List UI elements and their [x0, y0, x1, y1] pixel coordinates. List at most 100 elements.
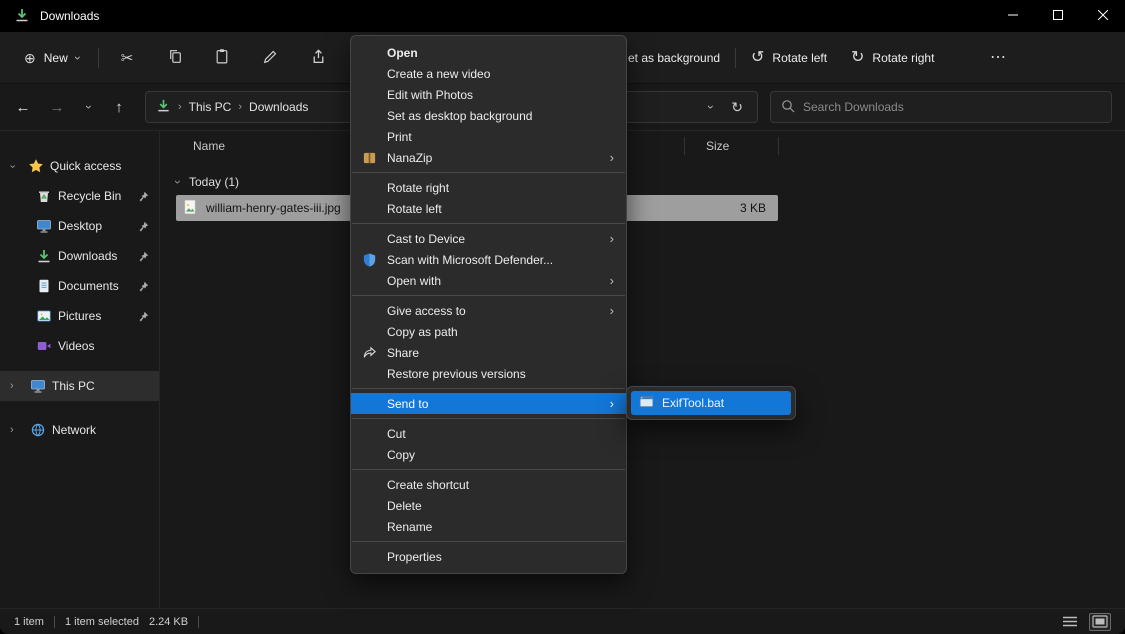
image-file-icon [182, 199, 198, 218]
refresh-icon[interactable]: ↻ [731, 100, 743, 114]
sidebar-item-downloads[interactable]: Downloads [0, 241, 159, 271]
new-button[interactable]: ⊕ New › [12, 42, 92, 74]
column-header-size[interactable]: Size [706, 139, 729, 153]
menu-item-label: Restore previous versions [387, 367, 526, 381]
up-button[interactable]: ↑ [104, 92, 134, 122]
maximize-button[interactable] [1035, 0, 1080, 32]
address-dropdown-icon[interactable]: › [705, 105, 717, 109]
sidebar-item-quick-access[interactable]: › Quick access [0, 151, 159, 181]
pin-icon [138, 311, 149, 322]
context-menu-item-scan-with-microsoft-defender[interactable]: Scan with Microsoft Defender... [351, 249, 626, 270]
column-divider[interactable] [778, 137, 779, 155]
cut-button[interactable]: ✂ [109, 42, 145, 74]
context-menu-item-nanazip[interactable]: NanaZip › [351, 147, 626, 168]
group-header-today[interactable]: › Today (1) [176, 175, 1125, 189]
context-menu-item-edit-with-photos[interactable]: Edit with Photos [351, 84, 626, 105]
pin-icon [138, 251, 149, 262]
context-menu-item-copy-as-path[interactable]: Copy as path [351, 321, 626, 342]
this-pc-monitor-icon [30, 378, 46, 394]
forward-button[interactable]: → [42, 92, 72, 122]
search-box[interactable] [770, 91, 1112, 123]
downloads-folder-icon [14, 7, 30, 26]
rotate-right-label: Rotate right [872, 51, 934, 65]
file-explorer-window: Downloads ⊕ New › ✂ et as backg [0, 0, 1125, 634]
context-menu-item-open-with[interactable]: Open with › [351, 270, 626, 291]
large-icons-view-button[interactable] [1089, 613, 1111, 631]
nanazip-icon [362, 150, 377, 165]
sidebar-item-label: Recycle Bin [0, 189, 121, 203]
context-menu-item-cast-to-device[interactable]: Cast to Device › [351, 228, 626, 249]
sidebar-item-network[interactable]: › Network [0, 415, 159, 445]
column-headers: Name Size [161, 131, 1125, 161]
breadcrumb-chevron-icon: › [238, 101, 242, 113]
column-header-name[interactable]: Name [193, 139, 225, 153]
menu-item-label: NanaZip [387, 151, 432, 165]
expander-chevron-icon[interactable]: › [6, 164, 17, 168]
submenu-item-exiftool[interactable]: ExifTool.bat [631, 391, 791, 415]
breadcrumb-this-pc[interactable]: This PC [189, 100, 232, 114]
statusbar-divider [54, 616, 55, 628]
context-menu-item-share[interactable]: Share [351, 342, 626, 363]
group-collapse-icon[interactable]: › [172, 180, 184, 184]
sidebar-item-desktop[interactable]: Desktop [0, 211, 159, 241]
titlebar: Downloads [0, 0, 1125, 32]
close-icon [1098, 9, 1108, 23]
set-as-background-button[interactable]: et as background [628, 42, 720, 74]
expander-chevron-icon[interactable]: › [10, 425, 14, 436]
copy-icon [167, 48, 184, 68]
context-menu-item-restore-previous-versions[interactable]: Restore previous versions [351, 363, 626, 384]
sidebar-item-pictures[interactable]: Pictures [0, 301, 159, 331]
submenu-arrow-icon: › [610, 151, 614, 164]
submenu-arrow-icon: › [610, 397, 614, 410]
context-menu-item-rotate-right[interactable]: Rotate right [351, 177, 626, 198]
group-label: Today (1) [189, 175, 239, 189]
context-menu-item-create-a-new-video[interactable]: Create a new video [351, 63, 626, 84]
context-menu-item-properties[interactable]: Properties [351, 546, 626, 567]
context-menu-item-cut[interactable]: Cut [351, 423, 626, 444]
network-globe-icon [30, 422, 46, 438]
search-input[interactable] [803, 100, 1101, 114]
minimize-button[interactable] [990, 0, 1035, 32]
sidebar-item-recycle-bin[interactable]: Recycle Bin [0, 181, 159, 211]
more-options-button[interactable]: ⋯ [980, 42, 1016, 74]
sidebar-item-videos[interactable]: Videos [0, 331, 159, 361]
context-menu-item-open[interactable]: Open [351, 42, 626, 63]
context-menu-item-rotate-left[interactable]: Rotate left [351, 198, 626, 219]
details-view-button[interactable] [1059, 613, 1081, 631]
rotate-left-button[interactable]: ↺ Rotate left [751, 42, 827, 74]
context-menu-item-delete[interactable]: Delete [351, 495, 626, 516]
context-menu-item-give-access-to[interactable]: Give access to › [351, 300, 626, 321]
share-button[interactable] [300, 42, 336, 74]
context-menu-item-create-shortcut[interactable]: Create shortcut [351, 474, 626, 495]
search-icon [781, 99, 795, 116]
close-button[interactable] [1080, 0, 1125, 32]
menu-item-label: Open [387, 46, 418, 60]
forward-icon: → [50, 99, 65, 116]
menu-item-label: Cut [387, 427, 406, 441]
status-bar: 1 item 1 item selected 2.24 KB [0, 608, 1125, 634]
recent-locations-button[interactable]: › [74, 92, 104, 122]
desktop-monitor-icon [36, 218, 52, 234]
menu-separator [352, 223, 625, 224]
context-menu-item-print[interactable]: Print [351, 126, 626, 147]
menu-separator [352, 295, 625, 296]
sidebar-item-this-pc[interactable]: › This PC [0, 371, 159, 401]
rename-button[interactable] [252, 42, 288, 74]
breadcrumb-downloads[interactable]: Downloads [249, 100, 308, 114]
rotate-right-button[interactable]: ↻ Rotate right [851, 42, 934, 74]
selection-size: 2.24 KB [149, 616, 188, 628]
context-menu-item-send-to[interactable]: Send to › [351, 393, 626, 414]
copy-button[interactable] [157, 42, 193, 74]
back-button[interactable]: ← [8, 92, 38, 122]
context-menu-item-set-as-desktop-background[interactable]: Set as desktop background [351, 105, 626, 126]
file-list-pane: Name Size › Today (1) william-henry-gate… [161, 131, 1125, 608]
sidebar-item-documents[interactable]: Documents [0, 271, 159, 301]
paste-button[interactable] [204, 42, 240, 74]
column-divider[interactable] [684, 137, 685, 155]
submenu-arrow-icon: › [610, 232, 614, 245]
menu-item-label: Give access to [387, 304, 466, 318]
context-menu-item-rename[interactable]: Rename [351, 516, 626, 537]
context-menu-item-copy[interactable]: Copy [351, 444, 626, 465]
expander-chevron-icon[interactable]: › [10, 381, 14, 392]
cut-icon: ✂ [121, 49, 134, 67]
